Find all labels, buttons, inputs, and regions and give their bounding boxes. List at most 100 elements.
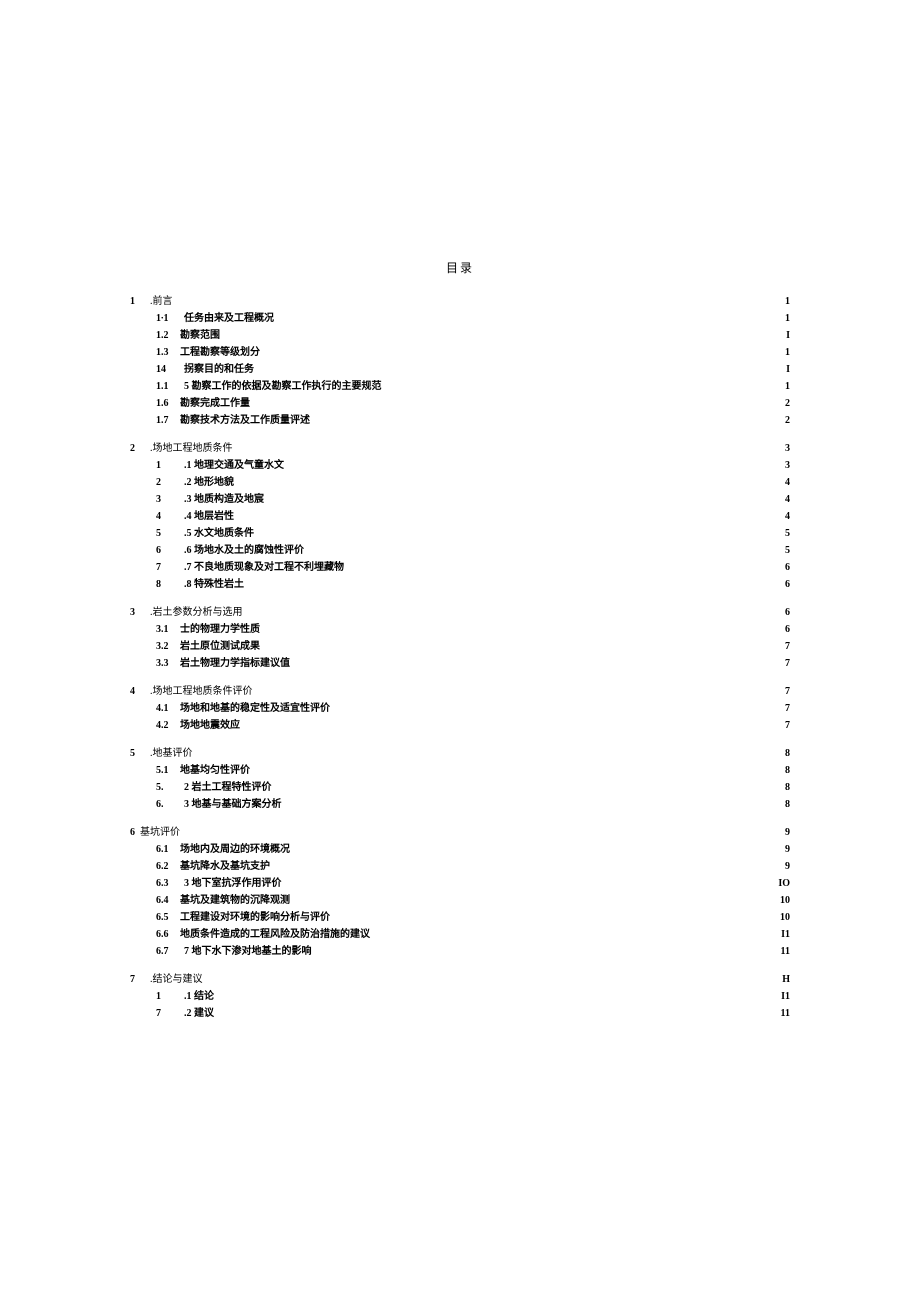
- toc-entry-page: 6: [783, 623, 790, 637]
- toc-entry-label: 工程勘察等级划分: [180, 346, 260, 360]
- toc-entry-number: 1∙1: [156, 312, 184, 326]
- toc-row: 6.6 场地水及土的腐蚀性评价5: [130, 544, 790, 558]
- toc-entry-number: 5: [130, 747, 150, 761]
- toc-row: 6.3 地基与基础方案分析8: [130, 798, 790, 812]
- toc-entry-page: H: [780, 973, 790, 987]
- toc-entry-page: 9: [783, 860, 790, 874]
- toc-row: 6.2 基坑降水及基坑支护 9: [130, 860, 790, 874]
- toc-entry-page: 8: [783, 781, 790, 795]
- toc-row: 3.3岩土物理力学指标建议值7: [130, 657, 790, 671]
- toc-entry-label: 7 地下水下渗对地基土的影响: [184, 945, 312, 959]
- toc-entry-number: 4.1: [156, 702, 170, 716]
- toc-entry-number: 6.3: [156, 877, 184, 891]
- toc-entry-number: 1: [130, 295, 150, 309]
- toc-entry-number: 1.1: [156, 380, 184, 394]
- toc-entry-label: .5 水文地质条件: [184, 527, 254, 541]
- toc-entry-label: 3 地基与基础方案分析: [184, 798, 282, 812]
- toc-entry-label: 拐察目的和任务: [184, 363, 254, 377]
- toc-entry-page: 11: [779, 945, 790, 959]
- toc-entry-label: 任务由来及工程概况: [184, 312, 274, 326]
- toc-entry-number: 1: [156, 459, 184, 473]
- toc-row: 4.2场地地震效应7: [130, 719, 790, 733]
- toc-entry-label: 基坑及建筑物的沉降观测: [180, 894, 290, 908]
- toc-entry-page: 7: [783, 657, 790, 671]
- toc-entry-page: 6: [783, 561, 790, 575]
- toc-entry-number: 14: [156, 363, 184, 377]
- toc-row: 1.前言1: [130, 295, 790, 309]
- toc-entry-page: 2: [783, 397, 790, 411]
- toc-entry-label: .结论与建议: [150, 973, 203, 987]
- toc-row: 6.77 地下水下渗对地基土的影响11: [130, 945, 790, 959]
- toc-entry-number: 3.3: [156, 657, 170, 671]
- toc-entry-number: 5: [156, 527, 184, 541]
- toc-entry-label: .6 场地水及土的腐蚀性评价: [184, 544, 304, 558]
- toc-entry-label: 场地和地基的稳定性及适宜性评价: [180, 702, 330, 716]
- toc-entry-page: 4: [783, 493, 790, 507]
- toc-row: 5.5 水文地质条件5: [130, 527, 790, 541]
- toc-entry-label: 勘察完成工作量: [180, 397, 250, 411]
- toc-entry-number: 4: [130, 685, 150, 699]
- toc-row: 1.1 地理交通及气童水文 3: [130, 459, 790, 473]
- toc-entry-page: 9: [783, 826, 790, 840]
- toc-row: 5.2 岩土工程特性评价 8: [130, 781, 790, 795]
- toc-entry-label: 地基均匀性评价: [180, 764, 250, 778]
- toc-entry-number: 1.6: [156, 397, 170, 411]
- toc-entry-page: 6: [783, 578, 790, 592]
- toc-entry-page: 11: [779, 1007, 790, 1021]
- toc-row: 2.场地工程地质条件3: [130, 442, 790, 456]
- toc-entry-label: .4 地层岩性: [184, 510, 234, 524]
- toc-entry-number: 5.1: [156, 764, 170, 778]
- toc-entry-page: 7: [783, 719, 790, 733]
- toc-entry-number: 6.1: [156, 843, 170, 857]
- toc-row: 7.结论与建议H: [130, 973, 790, 987]
- toc-row: 1.3工程勘察等级划分1: [130, 346, 790, 360]
- toc-row: 2.2 地形地貌 4: [130, 476, 790, 490]
- toc-entry-number: 3: [130, 606, 150, 620]
- toc-entry-label: .2 地形地貌: [184, 476, 234, 490]
- toc-entry-number: 1: [156, 990, 184, 1004]
- toc-entry-number: 6.2: [156, 860, 170, 874]
- table-of-contents: 1.前言11∙1任务由来及工程概况11.2勘察范围I1.3工程勘察等级划分114…: [130, 295, 790, 1021]
- toc-row: 1.15 勘察工作的依据及勘察工作执行的主要规范1: [130, 380, 790, 394]
- toc-entry-page: 4: [783, 476, 790, 490]
- toc-row: 4.场地工程地质条件评价7: [130, 685, 790, 699]
- toc-entry-number: 6.: [156, 798, 184, 812]
- toc-entry-number: 5.: [156, 781, 184, 795]
- toc-row: 5.1 地基均匀性评价 8: [130, 764, 790, 778]
- toc-entry-number: 6: [130, 826, 140, 840]
- toc-row: 3.1士的物理力学性质6: [130, 623, 790, 637]
- toc-entry-page: 1: [783, 312, 790, 326]
- toc-entry-number: 2: [156, 476, 184, 490]
- toc-entry-number: 4.2: [156, 719, 170, 733]
- toc-entry-page: 7: [783, 702, 790, 716]
- toc-row: 5.地基评价8: [130, 747, 790, 761]
- toc-row: 4.1 场地和地基的稳定性及适宜性评价 7: [130, 702, 790, 716]
- toc-row: 6基坑评价9: [130, 826, 790, 840]
- toc-entry-label: 2 岩土工程特性评价: [184, 781, 272, 795]
- toc-row: 1.2勘察范围I: [130, 329, 790, 343]
- toc-row: 6.4基坑及建筑物的沉降观测10: [130, 894, 790, 908]
- toc-row: 7.7 不良地质现象及对工程不利埋藏物6: [130, 561, 790, 575]
- toc-row: 1.1 结论I1: [130, 990, 790, 1004]
- toc-entry-page: 4: [783, 510, 790, 524]
- toc-entry-number: 3.2: [156, 640, 170, 654]
- toc-entry-label: .1 地理交通及气童水文: [184, 459, 284, 473]
- toc-row: 1∙1任务由来及工程概况 1: [130, 312, 790, 326]
- toc-entry-number: 1.3: [156, 346, 170, 360]
- toc-entry-page: 3: [783, 442, 790, 456]
- toc-entry-number: 6.5: [156, 911, 170, 925]
- document-page: 目录 1.前言1 1∙1任务由来及工程概况 1 1.2勘察范围I 1.3 工程勘察等级划分…: [0, 0, 920, 1301]
- toc-entry-page: 3: [783, 459, 790, 473]
- toc-entry-page: 7: [783, 640, 790, 654]
- toc-entry-page: 8: [783, 747, 790, 761]
- toc-entry-number: 1.2: [156, 329, 170, 343]
- toc-entry-label: 基坑降水及基坑支护: [180, 860, 270, 874]
- toc-entry-label: 场地内及周边的环境概况: [180, 843, 290, 857]
- toc-entry-page: 1: [783, 295, 790, 309]
- toc-title: 目录: [130, 260, 790, 277]
- toc-entry-label: 3 地下室抗浮作用评价: [184, 877, 282, 891]
- toc-entry-label: 5 勘察工作的依据及勘察工作执行的主要规范: [184, 380, 382, 394]
- toc-entry-page: 8: [783, 764, 790, 778]
- toc-row: 6.6地质条件造成的工程风险及防治措施的建议I1: [130, 928, 790, 942]
- toc-row: 6.33 地下室抗浮作用评价IO: [130, 877, 790, 891]
